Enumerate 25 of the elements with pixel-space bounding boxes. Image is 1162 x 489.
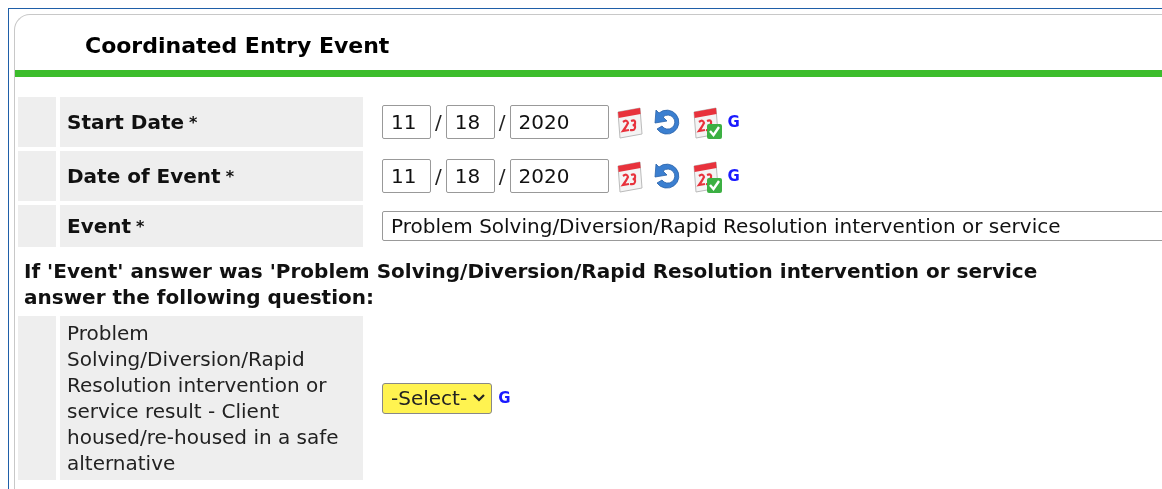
field-label: Start Date xyxy=(67,110,185,134)
field-label: Event xyxy=(67,214,132,238)
required-mark: * xyxy=(225,166,235,186)
day-field[interactable]: 18 xyxy=(445,105,495,139)
chevron-icon xyxy=(473,394,486,402)
help-link[interactable]: G xyxy=(727,113,740,131)
year-field[interactable]: 2020 xyxy=(509,159,609,193)
panel-title: Coordinated Entry Event xyxy=(85,32,390,58)
required-mark: * xyxy=(189,112,198,132)
date-separator: / xyxy=(435,164,442,188)
question-text: If 'Event' answer was 'Problem Solving/Diversion/Rapid Resolution intervention or service answer the following question: xyxy=(23,258,1039,311)
select-dropdown[interactable]: -Select- xyxy=(382,382,493,414)
month-field[interactable]: 11 xyxy=(382,159,431,193)
date-separator: / xyxy=(435,110,442,134)
year-field[interactable]: 2020 xyxy=(509,105,609,139)
question-label: Problem Solving/Diversion/Rapid Resolution intervention or service result - Client housed/re-housed in a safe alternative xyxy=(60,316,363,480)
month-field[interactable]: 11 xyxy=(382,105,431,139)
field-label: Date of Event xyxy=(67,164,221,188)
date-separator: / xyxy=(498,164,506,188)
day-field[interactable]: 18 xyxy=(445,159,495,193)
help-link[interactable]: G xyxy=(498,389,511,407)
help-link[interactable]: G xyxy=(727,167,740,185)
required-mark: * xyxy=(136,216,145,236)
event-field[interactable]: Problem Solving/Diversion/Rapid Resolution intervention or service xyxy=(382,211,1162,241)
date-separator: / xyxy=(498,110,506,134)
